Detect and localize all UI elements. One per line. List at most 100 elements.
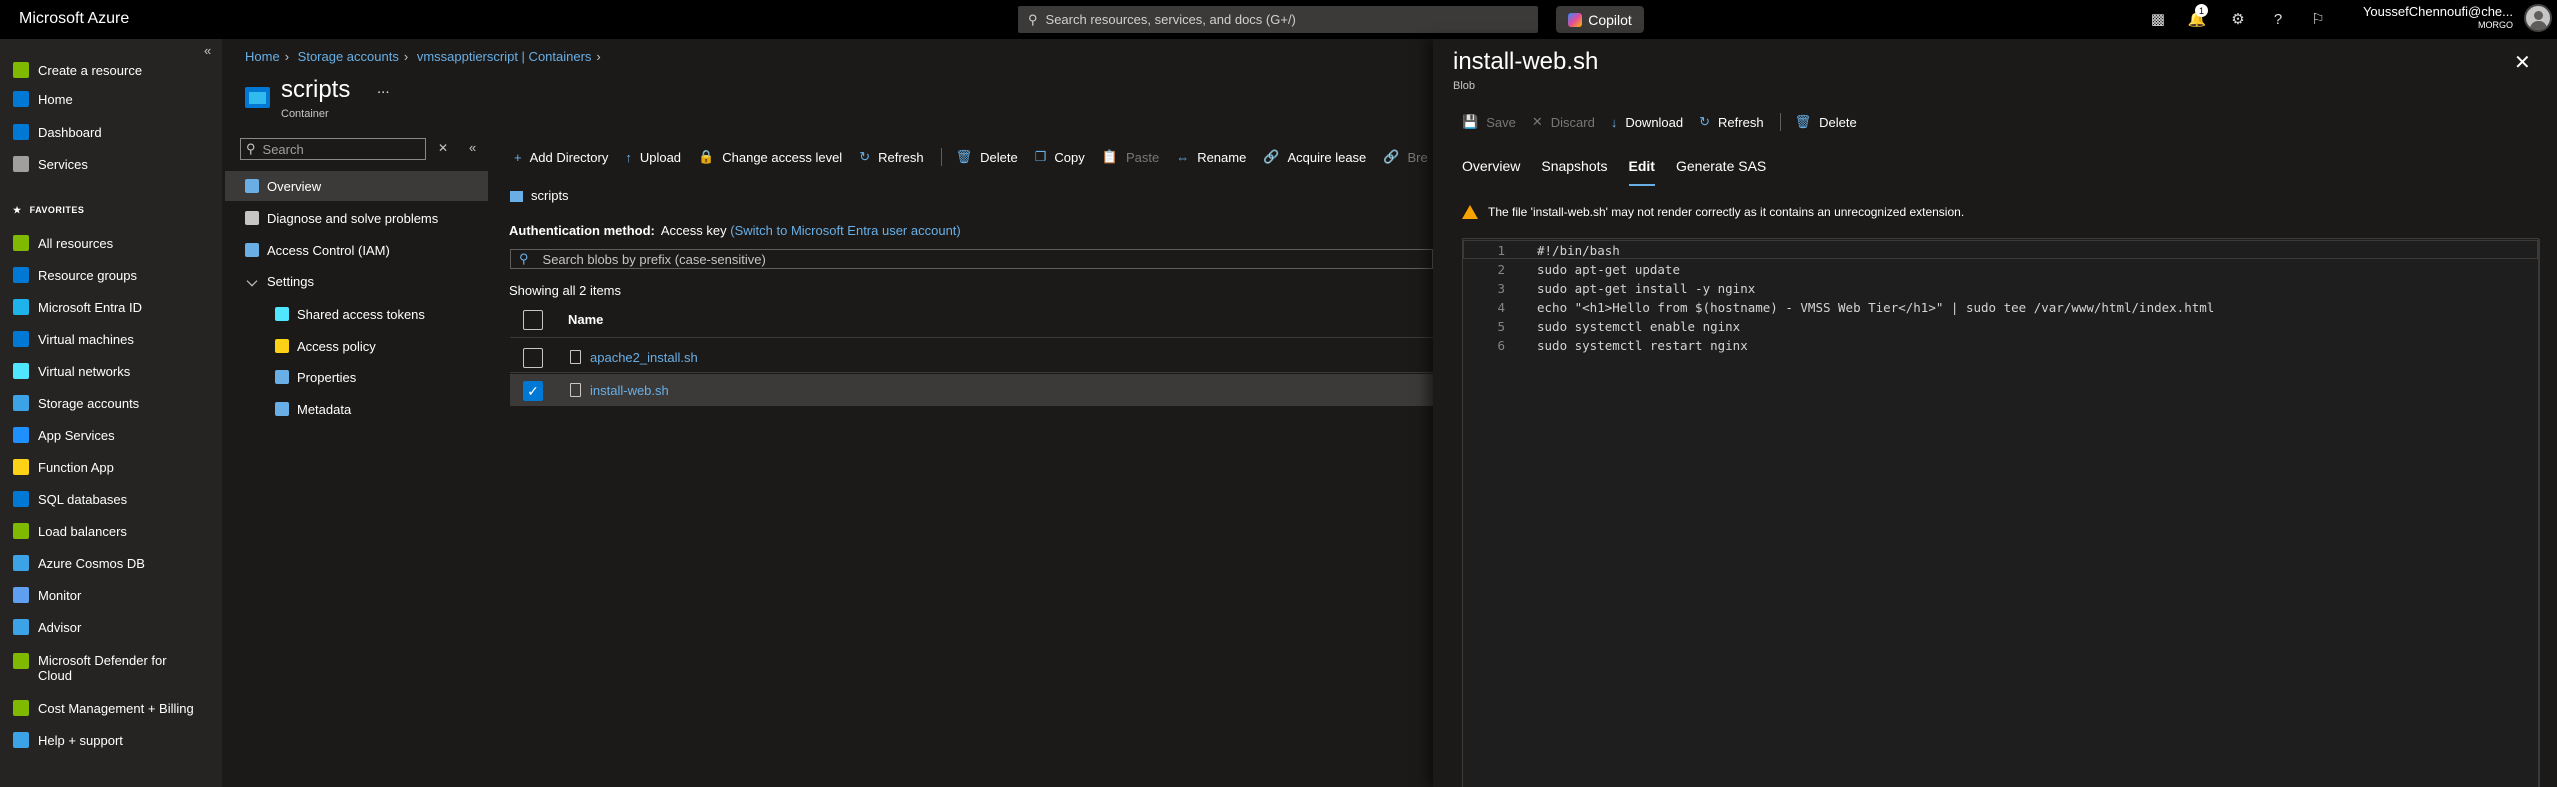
- auth-method-value: Access key: [660, 223, 727, 238]
- copy-button[interactable]: ❐ Copy: [1035, 149, 1085, 165]
- nav-item-dashboard[interactable]: Dashboard: [0, 118, 222, 146]
- line-text: sudo apt-get update: [1537, 262, 1680, 277]
- menu-item-access-control-iam[interactable]: Access Control (IAM): [225, 235, 488, 265]
- save-icon: 💾: [1462, 114, 1479, 129]
- copilot-button[interactable]: Copilot: [1556, 6, 1644, 33]
- menu-item-diagnose-and-solve-problems[interactable]: Diagnose and solve problems: [225, 203, 488, 233]
- favorites-label: FAVORITES: [29, 205, 85, 215]
- avatar[interactable]: [2524, 4, 2552, 32]
- blob-search-input[interactable]: ⚲ Search blobs by prefix (case-sensitive…: [510, 249, 1433, 269]
- code-lines[interactable]: 1 #!/bin/bash 2 sudo apt-get update 3 sudo ap…: [1462, 241, 2214, 355]
- blob-link[interactable]: apache2_install.sh: [590, 350, 698, 365]
- breadcrumb-home[interactable]: Home: [245, 49, 280, 64]
- rename-icon: ⇔: [1176, 149, 1190, 165]
- save-button[interactable]: 💾 Save: [1462, 114, 1516, 130]
- menu-item-metadata[interactable]: Metadata: [225, 394, 488, 424]
- nav-item-advisor[interactable]: Advisor: [0, 613, 222, 641]
- column-header-name[interactable]: Name: [568, 312, 603, 327]
- menu-item-overview[interactable]: Overview: [225, 171, 488, 201]
- tab-generate-sas[interactable]: Generate SAS: [1676, 158, 1766, 186]
- resource-group-icon: [13, 267, 29, 283]
- container-toolbar: + Add Directory ↑ Upload 🔒 Change access le…: [514, 146, 1445, 168]
- nav-item-app-services[interactable]: App Services: [0, 421, 222, 449]
- code-line[interactable]: 3 sudo apt-get install -y nginx: [1462, 279, 2214, 298]
- panel-subtitle: Blob: [1453, 80, 1476, 92]
- acquire-lease-button[interactable]: 🔗 Acquire lease: [1263, 149, 1366, 165]
- nav-item-function-app[interactable]: Function App: [0, 453, 222, 481]
- change-access-level-button[interactable]: 🔒 Change access level: [698, 149, 842, 165]
- line-number: 3: [1497, 281, 1505, 296]
- break-lease-button[interactable]: 🔗 Bre: [1383, 149, 1427, 165]
- nav-item-virtual-networks[interactable]: Virtual networks: [0, 357, 222, 385]
- nav-item-microsoft-entra-id[interactable]: Microsoft Entra ID: [0, 293, 222, 321]
- menu-filter-icon[interactable]: ✕: [438, 141, 448, 155]
- tab-edit[interactable]: Edit: [1628, 158, 1656, 186]
- refresh-button[interactable]: ↻ Refresh: [859, 149, 923, 165]
- nav-item-azure-cosmos-db[interactable]: Azure Cosmos DB: [0, 549, 222, 577]
- sql-icon: [13, 491, 29, 507]
- nav-item-cost-management-billing[interactable]: Cost Management + Billing: [0, 694, 222, 722]
- menu-item-shared-access-tokens[interactable]: Shared access tokens: [225, 299, 488, 329]
- breadcrumb-containers[interactable]: vmssapptierscript | Containers: [417, 49, 592, 64]
- nav-item-home[interactable]: Home: [0, 85, 222, 113]
- nav-item-services[interactable]: Services: [0, 150, 222, 178]
- delete-button[interactable]: 🗑 Delete: [956, 149, 1018, 165]
- menu-search-input[interactable]: ⚲ Search: [240, 138, 426, 160]
- nav-item-sql-databases[interactable]: SQL databases: [0, 485, 222, 513]
- nav-item-virtual-machines[interactable]: Virtual machines: [0, 325, 222, 353]
- nav-item-monitor[interactable]: Monitor: [0, 581, 222, 609]
- help-icon[interactable]: ?: [2267, 8, 2289, 30]
- nav-label: Resource groups: [38, 267, 137, 283]
- container-path[interactable]: scripts: [531, 188, 569, 203]
- feedback-icon[interactable]: ⚐: [2307, 8, 2329, 30]
- global-search-input[interactable]: ⚲ Search resources, services, and docs (…: [1018, 6, 1538, 33]
- download-button[interactable]: ↓ Download: [1611, 115, 1683, 130]
- row-checkbox-checked[interactable]: ✓: [523, 381, 543, 401]
- nav-item-storage-accounts[interactable]: Storage accounts: [0, 389, 222, 417]
- function-icon: [13, 459, 29, 475]
- menu-search-placeholder: Search: [262, 141, 304, 157]
- row-checkbox[interactable]: [523, 348, 543, 368]
- user-account[interactable]: YoussefChennoufi@che... MORGO: [2363, 4, 2513, 30]
- code-line[interactable]: 5 sudo systemctl enable nginx: [1462, 317, 2214, 336]
- advisor-icon: [13, 619, 29, 635]
- close-icon[interactable]: ✕: [2514, 50, 2531, 75]
- nav-item-load-balancers[interactable]: Load balancers: [0, 517, 222, 545]
- app-service-icon: [13, 427, 29, 443]
- nav-item-resource-groups[interactable]: Resource groups: [0, 261, 222, 289]
- code-line[interactable]: 6 sudo systemctl restart nginx: [1462, 336, 2214, 355]
- rename-button[interactable]: ⇔ Rename: [1176, 150, 1246, 165]
- nav-item-microsoft-defender-for-cloud[interactable]: Microsoft Defender for Cloud: [0, 653, 222, 691]
- menu-label: Settings: [267, 273, 314, 289]
- breadcrumb-storage-accounts[interactable]: Storage accounts: [298, 49, 399, 64]
- tab-snapshots[interactable]: Snapshots: [1541, 158, 1607, 186]
- folder-icon: [510, 191, 523, 202]
- select-all-checkbox[interactable]: [523, 310, 543, 330]
- code-line[interactable]: 2 sudo apt-get update: [1462, 260, 2214, 279]
- more-options-button[interactable]: ...: [377, 80, 390, 97]
- paste-button[interactable]: 📋 Paste: [1102, 149, 1159, 165]
- panel-refresh-button[interactable]: ↻ Refresh: [1699, 114, 1763, 130]
- menu-item-settings[interactable]: Settings: [225, 266, 488, 296]
- editor-scrollbar[interactable]: [2539, 239, 2553, 787]
- cloud-shell-icon[interactable]: ▩: [2147, 8, 2169, 30]
- code-line[interactable]: 1 #!/bin/bash: [1462, 241, 2214, 260]
- menu-item-access-policy[interactable]: Access policy: [225, 331, 488, 361]
- nav-item-all-resources[interactable]: All resources: [0, 229, 222, 257]
- file-icon: [570, 350, 581, 364]
- blob-link[interactable]: install-web.sh: [590, 383, 669, 398]
- code-line[interactable]: 4 echo "<h1>Hello from $(hostname) - VMSS…: [1462, 298, 2214, 317]
- nav-label: Cost Management + Billing: [38, 700, 194, 716]
- nav-item-create-a-resource[interactable]: Create a resource: [0, 56, 222, 84]
- discard-button[interactable]: ✕ Discard: [1532, 114, 1595, 130]
- nav-item-help-support[interactable]: Help + support: [0, 726, 222, 754]
- upload-button[interactable]: ↑ Upload: [625, 150, 681, 165]
- tab-overview[interactable]: Overview: [1462, 158, 1520, 186]
- add-directory-button[interactable]: + Add Directory: [514, 150, 608, 165]
- portal-brand[interactable]: Microsoft Azure: [19, 10, 129, 28]
- switch-auth-link[interactable]: (Switch to Microsoft Entra user account): [730, 223, 960, 238]
- settings-gear-icon[interactable]: ⚙: [2227, 8, 2249, 30]
- panel-delete-button[interactable]: 🗑 Delete: [1795, 114, 1857, 130]
- menu-item-properties[interactable]: Properties: [225, 362, 488, 392]
- menu-collapse-icon[interactable]: «: [469, 140, 476, 155]
